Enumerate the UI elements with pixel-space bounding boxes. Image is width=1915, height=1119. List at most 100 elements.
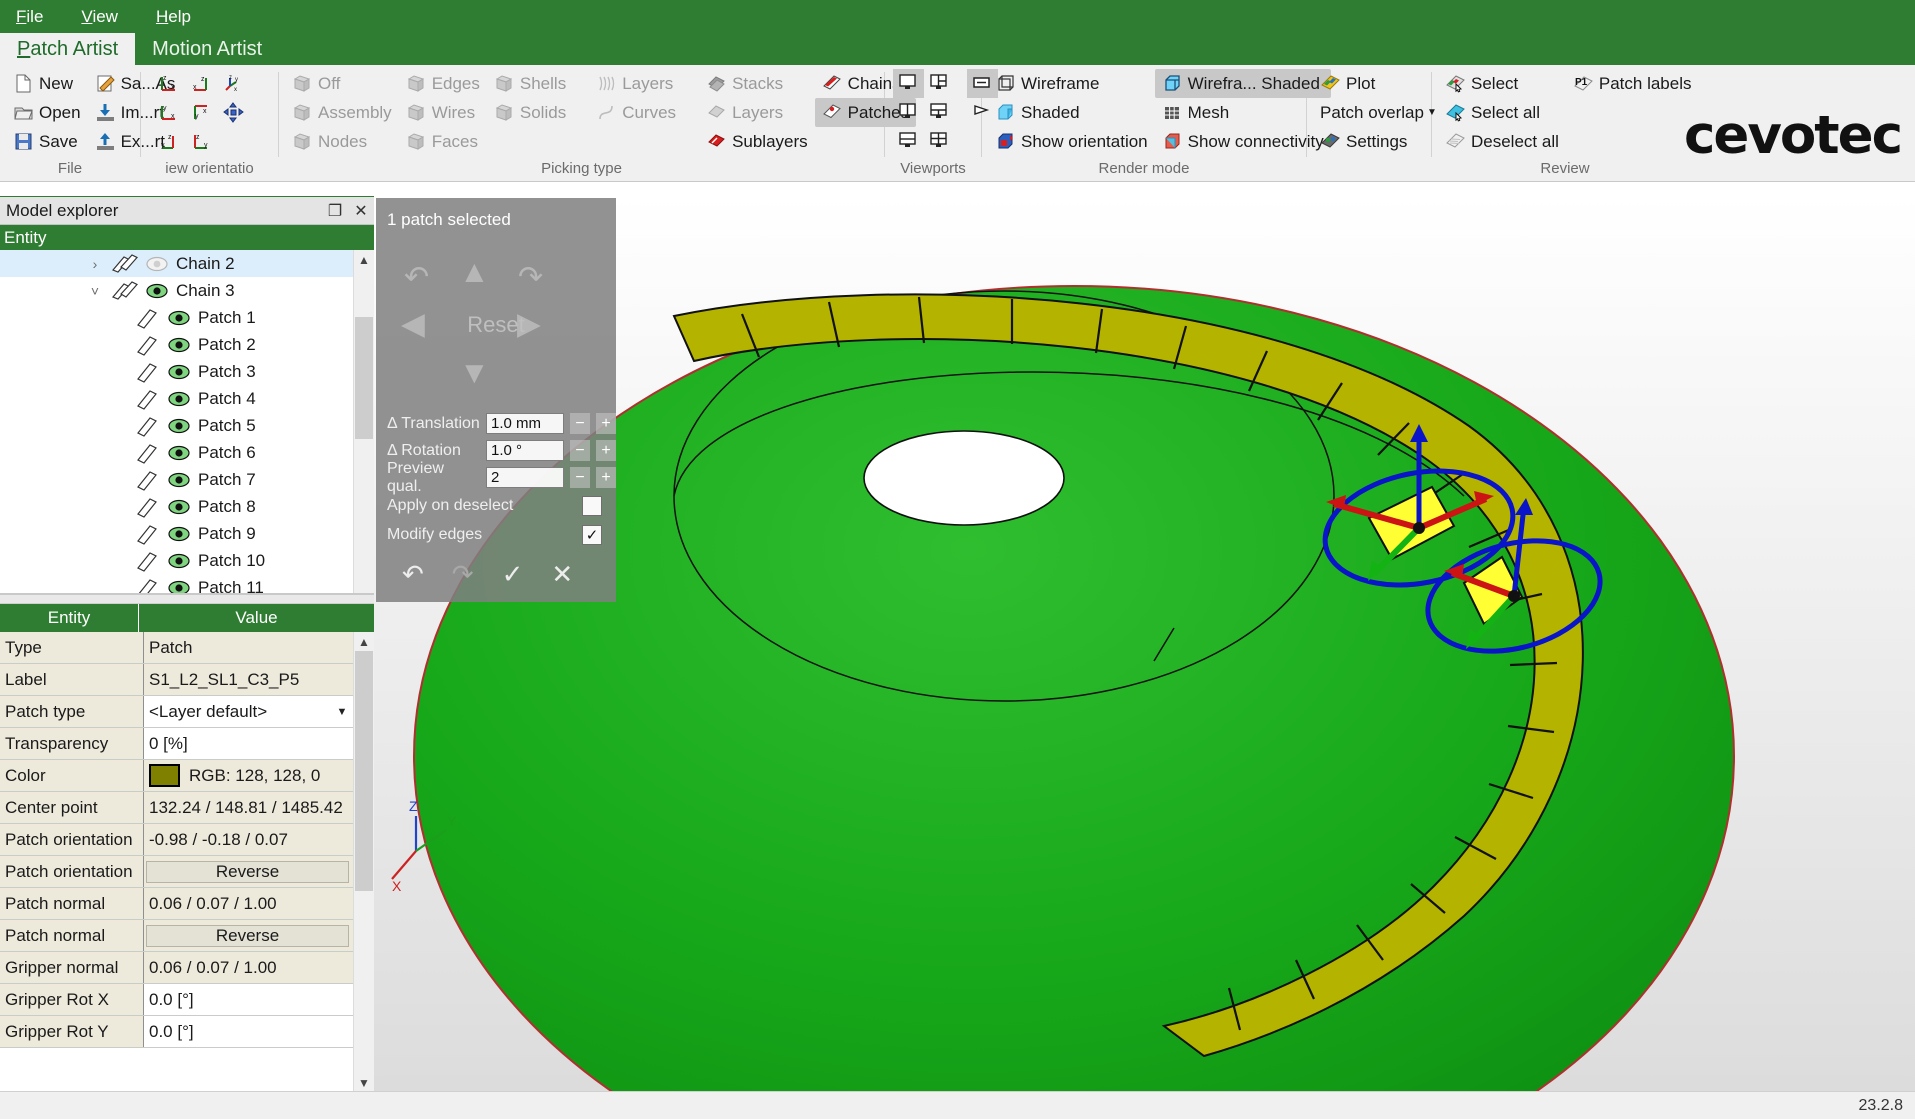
picking-sublayers-button[interactable]: Sublayers [699,127,815,156]
picking-layers2-button[interactable]: Layers [699,98,815,127]
manipulator-field-decrement[interactable]: − [570,413,590,434]
select-all-button[interactable]: Select all [1438,98,1566,127]
picking-stacks-button[interactable]: Stacks [699,69,815,98]
view-zx-button[interactable]: zx [153,69,182,98]
view-xy-button[interactable]: xy [186,98,215,127]
tree-row[interactable]: Patch 6 [0,439,353,466]
visibility-eye-icon[interactable] [164,445,194,461]
viewport-two-horizontal-button[interactable] [924,69,955,98]
cancel-action[interactable]: ✕ [551,559,573,590]
tree-row[interactable]: Patch 1 [0,304,353,331]
manipulator-reset-button[interactable]: Reset [376,312,616,338]
menu-item-file[interactable]: File [10,5,49,29]
visibility-eye-icon[interactable] [164,472,194,488]
view-fit-button[interactable] [219,98,248,127]
tree-scrollbar[interactable]: ▲ ▼ [353,250,374,620]
property-value[interactable]: 0.0 [°] [144,1016,353,1047]
tree-twisty-icon[interactable]: ˅ [82,283,108,299]
color-swatch[interactable] [149,764,180,787]
property-value[interactable]: 0.0 [°] [144,984,353,1015]
visibility-eye-icon[interactable] [164,364,194,380]
viewport-three-button[interactable] [924,98,955,127]
picking-faces-button[interactable]: Faces [399,127,487,156]
viewport-quad-button[interactable] [924,127,955,156]
render-show-connectivity-button[interactable]: Show connectivity [1155,127,1331,156]
picking-off-button[interactable]: Off [285,69,399,98]
viewport-two-vertical-button[interactable] [893,98,924,127]
manipulator-field-input[interactable]: 1.0 mm [486,413,564,434]
close-panel-icon[interactable]: ✕ [348,200,374,222]
property-value[interactable]: Reverse [144,856,353,887]
menu-item-help[interactable]: Help [150,5,197,29]
manipulator-checkbox[interactable]: ✓ [582,525,602,545]
restore-panel-icon[interactable]: ❐ [322,200,348,222]
patch-overlap-button[interactable]: Patch overlap ▼ [1313,98,1444,127]
manipulator-up-arrow[interactable]: ▲ [459,254,490,290]
manipulator-field-input[interactable]: 1.0 ° [486,440,564,461]
render-mesh-button[interactable]: Mesh [1155,98,1331,127]
deselect-all-button[interactable]: Deselect all [1438,127,1566,156]
tree-row[interactable]: Patch 4 [0,385,353,412]
visibility-eye-icon[interactable] [142,256,172,272]
visibility-eye-icon[interactable] [164,499,194,515]
tree-row[interactable]: Patch 10 [0,547,353,574]
tree-scroll-track[interactable] [354,269,374,601]
visibility-eye-icon[interactable] [164,526,194,542]
view-zy-button[interactable]: zy [186,127,215,156]
property-combo[interactable]: <Layer default>▼ [144,696,353,727]
properties-scroll-down-icon[interactable]: ▼ [354,1073,374,1092]
tree-row[interactable]: Patch 5 [0,412,353,439]
visibility-eye-icon[interactable] [142,283,172,299]
manipulator-field-increment[interactable]: + [596,467,616,488]
visibility-eye-icon[interactable] [164,418,194,434]
view-xz-button[interactable]: xz [186,69,215,98]
picking-solids-button[interactable]: Solids [487,98,573,127]
picking-shells-button[interactable]: Shells [487,69,573,98]
picking-layers-button[interactable]: Layers [589,69,683,98]
ribbon-new-button[interactable]: New [6,69,88,98]
render-wireframe-button[interactable]: Wireframe [988,69,1155,98]
properties-scroll-thumb[interactable] [355,651,373,891]
manipulator-field-decrement[interactable]: − [570,467,590,488]
tree-row[interactable]: Patch 2 [0,331,353,358]
view-yx-button[interactable]: yx [153,98,182,127]
tree-row[interactable]: Patch 3 [0,358,353,385]
visibility-eye-icon[interactable] [164,310,194,326]
view-yz-button[interactable]: yz [153,127,182,156]
visibility-eye-icon[interactable] [164,553,194,569]
reverse-button[interactable]: Reverse [146,861,349,883]
select-button[interactable]: Select [1438,69,1566,98]
render-wireframe-shaded-button[interactable]: Wirefra... Shaded [1155,69,1331,98]
picking-wires-button[interactable]: Wires [399,98,487,127]
plot-button[interactable]: Plot [1313,69,1444,98]
viewport-split-bottom-button[interactable] [893,127,924,156]
tree-row[interactable]: ›Chain 2 [0,250,353,277]
property-value[interactable]: RGB: 128, 128, 0 [144,760,353,791]
patch-manipulator-overlay[interactable]: 1 patch selected ↶ ↷ ▲ ◀ ▶ ▼ Reset Δ Tra… [376,198,616,602]
tab-motion-artist[interactable]: Motion Artist [135,33,279,65]
manipulator-field-increment[interactable]: + [596,413,616,434]
manipulator-down-arrow[interactable]: ▼ [459,355,490,391]
viewport-single-button[interactable] [893,69,924,98]
visibility-eye-icon[interactable] [164,337,194,353]
properties-scrollbar[interactable]: ▲ ▼ [353,632,374,1092]
ribbon-save-button[interactable]: Save [6,127,88,156]
property-value[interactable]: 0 [%] [144,728,353,759]
manipulator-rotate-ccw-icon[interactable]: ↶ [404,260,429,295]
reverse-button[interactable]: Reverse [146,925,349,947]
tree-scroll-up-icon[interactable]: ▲ [354,250,374,269]
manipulator-checkbox[interactable] [582,496,602,516]
tree-row[interactable]: Patch 8 [0,493,353,520]
tree-row[interactable]: Patch 7 [0,466,353,493]
model-tree[interactable]: ›Chain 2˅Chain 3Patch 1Patch 2Patch 3Pat… [0,250,353,620]
render-shaded-button[interactable]: Shaded [988,98,1155,127]
confirm-action[interactable]: ✓ [502,559,524,590]
redo-action[interactable]: ↷ [452,559,474,590]
menu-item-view[interactable]: View [75,5,124,29]
picking-edges-button[interactable]: Edges [399,69,487,98]
picking-nodes-button[interactable]: Nodes [285,127,399,156]
properties-scroll-up-icon[interactable]: ▲ [354,632,374,651]
tab-patch-artist[interactable]: Patch Artist [0,33,135,65]
tree-row[interactable]: Patch 9 [0,520,353,547]
render-show-orientation-button[interactable]: Show orientation [988,127,1155,156]
